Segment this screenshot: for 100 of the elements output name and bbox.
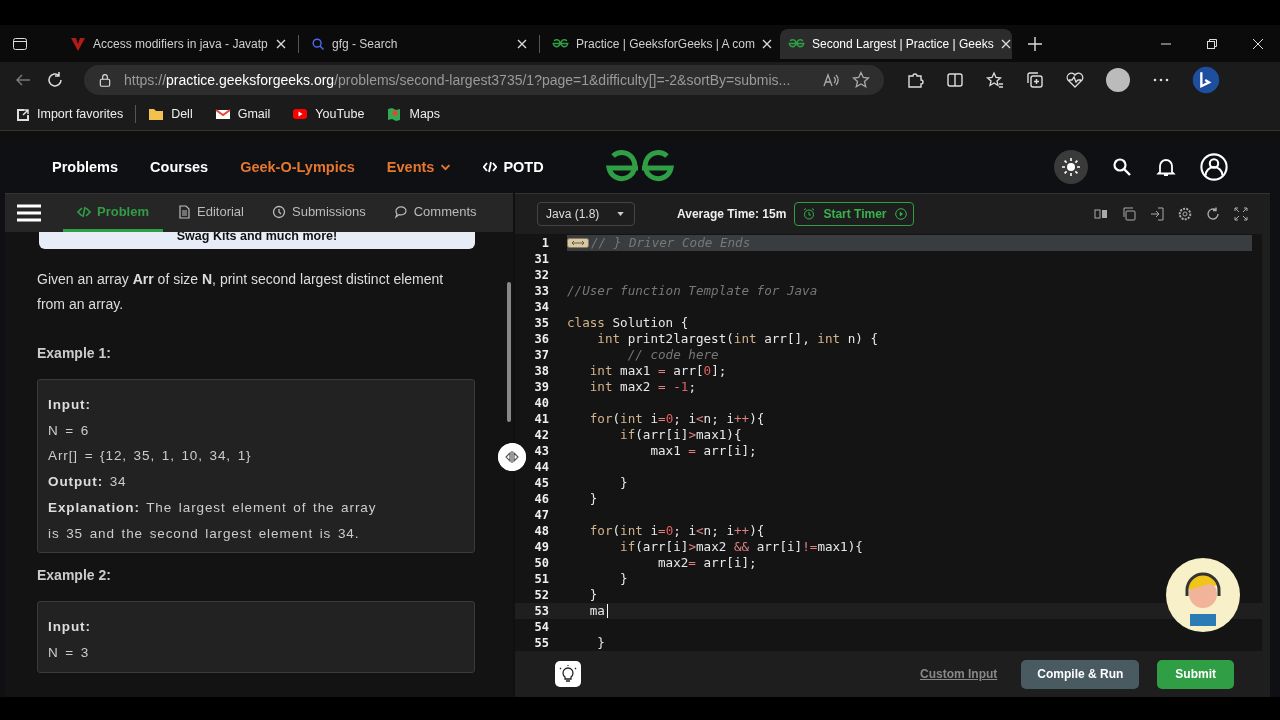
code-line: }	[596, 635, 605, 651]
nav-link[interactable]: POTD	[483, 159, 544, 175]
lightbulb-icon	[559, 665, 577, 683]
browser-tab[interactable]: gfg - Search	[303, 28, 535, 59]
new-tab-icon[interactable]	[1028, 36, 1042, 51]
bookmark[interactable]: Gmail	[214, 105, 271, 122]
line-number: 50	[533, 556, 550, 570]
example-line: N = 3	[48, 643, 91, 662]
close-icon[interactable]	[517, 38, 527, 49]
problem-tab[interactable]: Submissions	[258, 194, 380, 232]
chat-bubble-icon	[393, 204, 408, 219]
start-timer-button[interactable]: Start Timer	[794, 202, 914, 226]
custom-input-link[interactable]: Custom Input	[914, 666, 1004, 682]
browser-tab[interactable]: Access modifiers in java - Javatp	[62, 28, 294, 59]
bell-icon[interactable]	[1156, 157, 1176, 177]
language-select[interactable]: Java (1.8)	[537, 202, 635, 226]
fullscreen-icon[interactable]	[1234, 207, 1248, 221]
bookmark[interactable]: YouTube	[292, 105, 365, 122]
example-line: N = 6	[48, 421, 91, 440]
gfg-logo-icon	[552, 38, 569, 49]
example-line: Input:	[48, 396, 92, 414]
profile-avatar[interactable]	[1106, 67, 1130, 92]
close-icon[interactable]	[1252, 37, 1264, 50]
line-number: 45	[533, 476, 550, 490]
code-line: int max2 = -1;	[588, 379, 696, 395]
example-line: Input:	[48, 618, 92, 637]
code-line: class Solution {	[567, 315, 689, 331]
caret-icon	[617, 212, 624, 216]
hint-button[interactable]	[555, 661, 581, 687]
nav-link[interactable]: Courses	[150, 159, 209, 175]
menu-icon[interactable]	[17, 203, 41, 223]
copy-icon[interactable]	[1122, 207, 1136, 221]
lock-icon	[98, 72, 112, 87]
star-icon[interactable]	[852, 70, 870, 89]
clock-icon	[272, 204, 286, 219]
bookmark[interactable]: Dell	[148, 105, 193, 122]
line-number: 32	[533, 268, 550, 282]
bookmark[interactable]: Maps	[386, 105, 441, 122]
import-icon[interactable]	[1150, 207, 1164, 221]
favorites-icon[interactable]	[986, 70, 1004, 89]
health-icon[interactable]	[1066, 70, 1084, 89]
problem-tab[interactable]: Comments	[379, 194, 491, 232]
problem-tab[interactable]: Editorial	[163, 194, 258, 232]
bookmark[interactable]: Import favorites	[14, 105, 124, 122]
compare-icon[interactable]	[1094, 207, 1108, 221]
average-time: Average Time: 15m	[677, 207, 787, 221]
line-number: 31	[533, 252, 550, 266]
example-line: Output: 34	[48, 473, 128, 492]
line-number: 44	[533, 460, 550, 474]
reset-icon[interactable]	[1206, 207, 1220, 221]
line-number: 47	[533, 508, 550, 522]
code-line: }	[619, 571, 628, 587]
v-logo-icon	[70, 35, 86, 52]
gfg-logo-icon	[788, 38, 805, 49]
split-screen-icon[interactable]	[946, 70, 964, 89]
code-line: }	[619, 475, 628, 491]
close-icon[interactable]	[761, 38, 772, 49]
nav-link[interactable]: Problems	[52, 159, 119, 175]
assistant-avatar[interactable]	[1166, 558, 1240, 632]
close-icon[interactable]	[1000, 38, 1011, 49]
code-line: }	[588, 491, 598, 507]
code-line: ma	[588, 603, 605, 619]
line-number: 49	[533, 540, 550, 554]
line-number: 52	[533, 588, 550, 602]
code-line: int print2largest(int arr[], int n) {	[596, 331, 879, 347]
tab-actions-icon[interactable]	[12, 35, 28, 52]
search-icon	[311, 36, 325, 51]
puzzle-icon[interactable]	[906, 70, 924, 89]
browser-tab[interactable]: Second Largest | Practice | Geeks	[780, 28, 1012, 59]
fold-marker-icon[interactable]	[567, 238, 589, 248]
code-comment: // code here	[626, 347, 719, 363]
line-number: 35	[533, 316, 550, 330]
address-bar[interactable]: https://practice.geeksforgeeks.org/problems/second-largest3735/1?page=1&difficulty[]=-2&sortBy=submis...	[84, 64, 884, 95]
collections-icon[interactable]	[1026, 70, 1044, 89]
settings-icon[interactable]	[1178, 207, 1192, 221]
code-line: if(arr[i]>max1){	[619, 427, 742, 443]
example-line: Explanation: The largest element of the array is 35 and the second largest element is 34.	[48, 498, 378, 543]
restore-icon[interactable]	[1206, 37, 1218, 50]
code-line: if(arr[i]>max2 && arr[i]!=max1){	[619, 539, 863, 555]
compile-run-button[interactable]: Compile & Run	[1021, 659, 1140, 689]
line-number: 39	[533, 380, 550, 394]
theme-toggle[interactable]	[1054, 150, 1088, 184]
document-icon	[177, 204, 191, 219]
code-line: max1 = arr[i];	[649, 443, 757, 459]
line-number: 1	[540, 236, 550, 250]
nav-link[interactable]: Events	[386, 159, 452, 175]
close-icon[interactable]	[276, 38, 286, 49]
refresh-icon[interactable]	[46, 70, 64, 89]
line-number: 36	[533, 332, 550, 346]
line-number: 55	[533, 636, 550, 650]
copilot-icon[interactable]	[1192, 65, 1220, 94]
code-line: for(int i=0; i<n; i++){	[588, 523, 765, 539]
nav-link[interactable]: Geek-O-Lympics	[240, 159, 355, 175]
code-comment: // } Driver Code Ends	[591, 235, 751, 251]
user-icon[interactable]	[1200, 153, 1228, 181]
code-line: }	[588, 587, 598, 603]
search-icon[interactable]	[1112, 157, 1132, 177]
example-line: Arr[] = {12, 35, 1, 10, 34, 1}	[48, 447, 253, 466]
browser-tab[interactable]: Practice | GeeksforGeeks | A com	[544, 28, 776, 59]
example-heading: Example 2:	[37, 567, 112, 584]
